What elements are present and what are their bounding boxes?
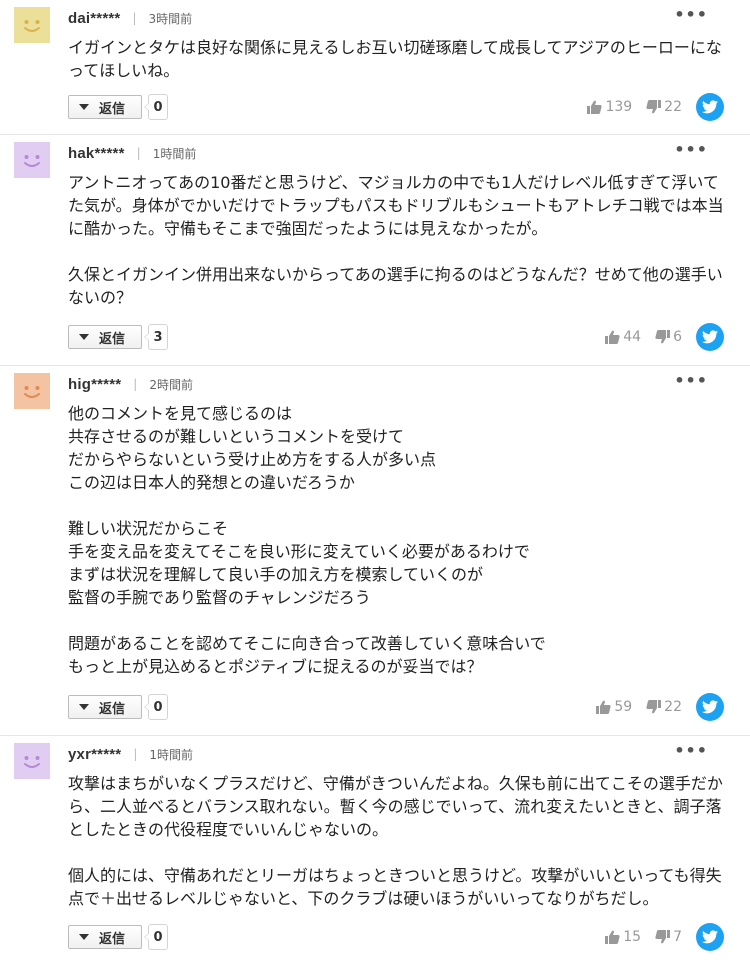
vote-area: 139 22 bbox=[587, 93, 724, 121]
twitter-icon bbox=[702, 330, 718, 344]
twitter-icon bbox=[702, 700, 718, 714]
chevron-down-icon bbox=[79, 104, 89, 110]
username[interactable]: hig***** bbox=[68, 376, 121, 393]
header-divider: | bbox=[133, 747, 138, 761]
reply-count: 0 bbox=[144, 94, 168, 120]
comment-text: 攻撃はまちがいなくプラスだけど、守備がきついんだよね。久保も前に出てこその選手だ… bbox=[68, 774, 723, 908]
thumbs-down-icon bbox=[646, 700, 662, 714]
dislike-button[interactable]: 22 bbox=[646, 99, 682, 115]
comment-text: アントニオってあの10番だと思うけど、マジョルカの中でも1人だけレベル低すぎて浮… bbox=[68, 173, 724, 307]
timestamp: 1時間前 bbox=[149, 747, 193, 762]
comment-header: dai***** | 3時間前 bbox=[68, 8, 192, 28]
thumbs-down-icon bbox=[646, 100, 662, 114]
comment-header: yxr***** | 1時間前 bbox=[68, 744, 193, 764]
thumbs-down-icon bbox=[655, 930, 671, 944]
chevron-down-icon bbox=[79, 934, 89, 940]
timestamp: 3時間前 bbox=[148, 11, 193, 26]
reply-button[interactable]: 返信 bbox=[68, 95, 142, 119]
header-divider: | bbox=[133, 377, 138, 391]
vote-area: 15 7 bbox=[605, 923, 724, 951]
thumbs-down-icon bbox=[655, 330, 671, 344]
thumbs-up-icon bbox=[587, 100, 603, 114]
reply-count: 3 bbox=[144, 324, 168, 350]
reply-row: 返信 3 bbox=[68, 324, 168, 350]
dislike-count: 22 bbox=[664, 699, 682, 715]
thumbs-up-icon bbox=[605, 330, 620, 344]
comment-header: hak***** | 1時間前 bbox=[68, 143, 196, 163]
thumbs-up-icon bbox=[596, 700, 611, 714]
reply-label: 返信 bbox=[99, 101, 126, 117]
more-options-icon[interactable]: ••• bbox=[674, 7, 708, 23]
more-options-icon[interactable]: ••• bbox=[674, 743, 708, 759]
reply-count: 0 bbox=[144, 694, 168, 720]
twitter-share-button[interactable] bbox=[696, 93, 724, 121]
twitter-share-button[interactable] bbox=[696, 693, 724, 721]
comment-header: hig***** | 2時間前 bbox=[68, 374, 193, 394]
like-button[interactable]: 15 bbox=[605, 929, 641, 945]
timestamp: 1時間前 bbox=[152, 146, 197, 161]
username[interactable]: hak***** bbox=[68, 145, 125, 162]
reply-count: 0 bbox=[144, 924, 168, 950]
vote-area: 59 22 bbox=[596, 693, 724, 721]
reply-row: 返信 0 bbox=[68, 694, 168, 720]
dislike-count: 22 bbox=[664, 99, 682, 115]
username[interactable]: dai***** bbox=[68, 10, 120, 27]
avatar bbox=[14, 7, 50, 43]
comment-item: dai***** | 3時間前 ••• イガインとタケは良好な関係に見えるしお互… bbox=[0, 0, 750, 135]
dislike-button[interactable]: 6 bbox=[655, 329, 682, 345]
comment-text: 他のコメントを見て感じるのは 共存させるのが難しいというコメントを受けて だから… bbox=[68, 404, 546, 676]
reply-label: 返信 bbox=[99, 701, 126, 717]
header-divider: | bbox=[132, 11, 137, 25]
twitter-icon bbox=[702, 930, 718, 944]
like-count: 15 bbox=[623, 929, 642, 945]
thumbs-up-icon bbox=[605, 930, 620, 944]
like-count: 59 bbox=[614, 699, 633, 715]
twitter-share-button[interactable] bbox=[696, 923, 724, 951]
like-button[interactable]: 139 bbox=[587, 99, 632, 115]
reply-button[interactable]: 返信 bbox=[68, 695, 142, 719]
like-count: 44 bbox=[623, 329, 642, 345]
dislike-count: 7 bbox=[673, 929, 682, 945]
comment-item: hak***** | 1時間前 ••• アントニオってあの10番だと思うけど、マ… bbox=[0, 135, 750, 366]
timestamp: 2時間前 bbox=[149, 377, 193, 392]
header-divider: | bbox=[136, 146, 141, 160]
twitter-icon bbox=[702, 100, 718, 114]
more-options-icon[interactable]: ••• bbox=[674, 373, 708, 389]
comment-text: イガインとタケは良好な関係に見えるしお互い切磋琢磨して成長してアジアのヒーローに… bbox=[68, 38, 722, 80]
like-button[interactable]: 44 bbox=[605, 329, 641, 345]
avatar bbox=[14, 373, 50, 409]
reply-button[interactable]: 返信 bbox=[68, 325, 142, 349]
reply-button[interactable]: 返信 bbox=[68, 925, 142, 949]
avatar bbox=[14, 142, 50, 178]
reply-label: 返信 bbox=[99, 931, 126, 947]
like-button[interactable]: 59 bbox=[596, 699, 632, 715]
chevron-down-icon bbox=[79, 704, 89, 710]
more-options-icon[interactable]: ••• bbox=[674, 142, 708, 158]
chevron-down-icon bbox=[79, 334, 89, 340]
dislike-button[interactable]: 7 bbox=[655, 929, 682, 945]
reply-row: 返信 0 bbox=[68, 94, 168, 120]
twitter-share-button[interactable] bbox=[696, 323, 724, 351]
reply-row: 返信 0 bbox=[68, 924, 168, 950]
comment-item: yxr***** | 1時間前 ••• 攻撃はまちがいなくプラスだけど、守備がき… bbox=[0, 736, 750, 962]
reply-label: 返信 bbox=[99, 331, 126, 347]
username[interactable]: yxr***** bbox=[68, 746, 121, 763]
vote-area: 44 6 bbox=[605, 323, 724, 351]
dislike-count: 6 bbox=[673, 329, 682, 345]
avatar bbox=[14, 743, 50, 779]
like-count: 139 bbox=[605, 99, 633, 115]
comment-item: hig***** | 2時間前 ••• 他のコメントを見て感じるのは 共存させる… bbox=[0, 366, 750, 736]
dislike-button[interactable]: 22 bbox=[646, 699, 682, 715]
